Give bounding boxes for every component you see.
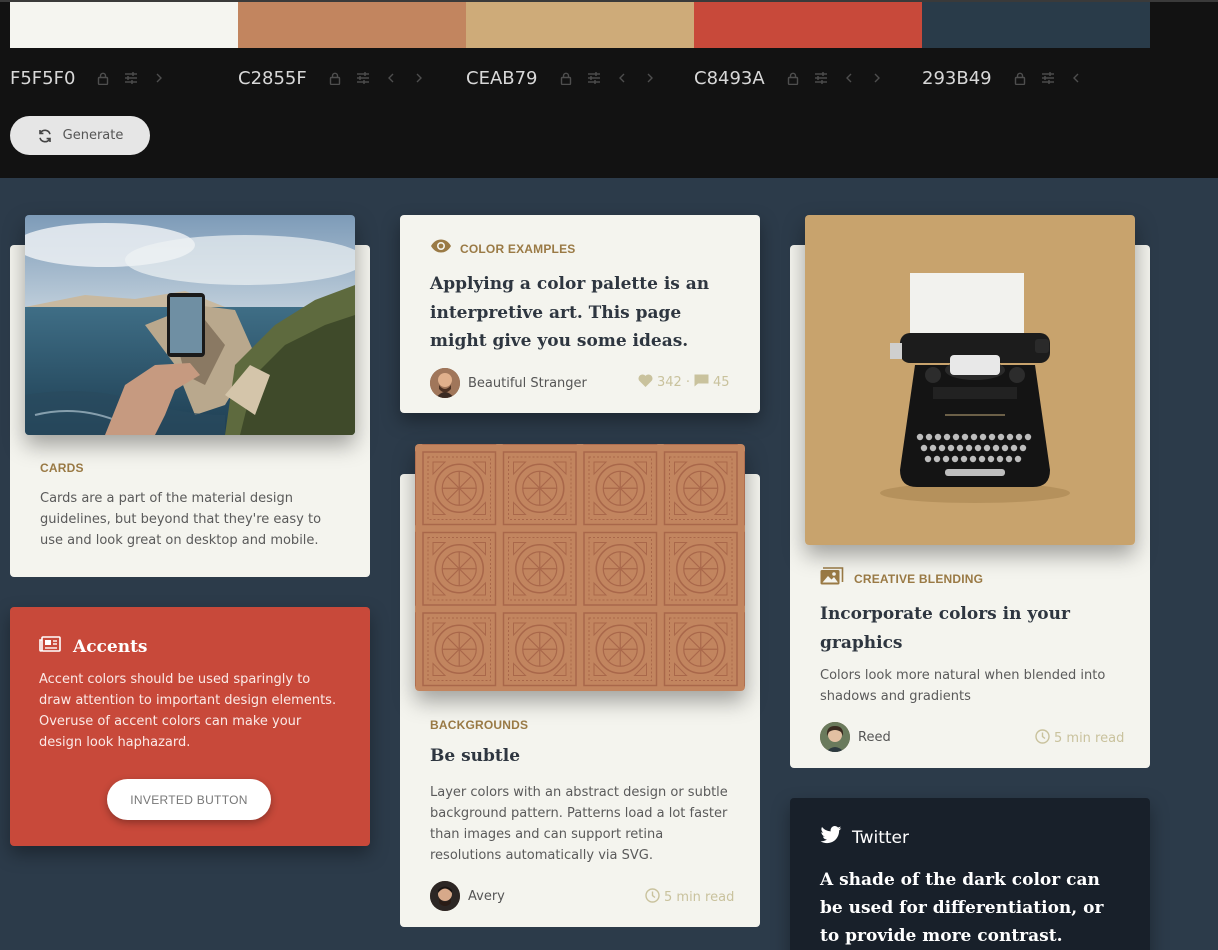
chevron-left-icon[interactable] xyxy=(835,64,863,92)
newspaper-icon xyxy=(39,636,61,657)
chevron-right-icon[interactable] xyxy=(636,64,664,92)
inverted-button[interactable]: INVERTED BUTTON xyxy=(107,779,271,820)
stats: 342 · 45 xyxy=(638,374,730,391)
coast-photo xyxy=(25,215,355,435)
refresh-icon xyxy=(37,128,53,144)
cards-image xyxy=(25,215,355,435)
backgrounds-title[interactable]: Be subtle xyxy=(430,746,520,766)
sliders-icon[interactable] xyxy=(349,64,377,92)
swatch-1[interactable] xyxy=(10,2,238,48)
lock-icon[interactable] xyxy=(552,64,580,92)
swatch-4-controls: C8493A xyxy=(694,64,891,92)
blending-title[interactable]: Incorporate colors in your graphics xyxy=(820,600,1090,657)
backgrounds-text: Layer colors with an abstract design or … xyxy=(430,785,728,863)
blending-header: CREATIVE BLENDING xyxy=(820,567,983,590)
chevron-left-icon[interactable] xyxy=(608,64,636,92)
read-time: 5 min read xyxy=(645,888,734,907)
lock-icon[interactable] xyxy=(89,64,117,92)
swatch-1-controls: F5F5F0 xyxy=(10,64,173,92)
author-name[interactable]: Beautiful Stranger xyxy=(468,376,587,391)
comment-icon[interactable] xyxy=(694,374,709,391)
color-examples-card: COLOR EXAMPLES Applying a color palette … xyxy=(400,215,760,413)
swatch-5[interactable] xyxy=(922,2,1150,48)
chevron-right-icon[interactable] xyxy=(863,64,891,92)
generate-label: Generate xyxy=(62,128,124,143)
chevron-left-icon[interactable] xyxy=(1062,64,1090,92)
cards-text: Cards are a part of the material design … xyxy=(40,491,322,548)
stat-separator: · xyxy=(685,375,690,390)
sliders-icon[interactable] xyxy=(117,64,145,92)
cards-category: CARDS xyxy=(40,461,84,475)
read-time: 5 min read xyxy=(1035,729,1124,748)
avatar[interactable] xyxy=(820,722,850,752)
twitter-icon xyxy=(820,826,842,849)
backgrounds-image xyxy=(415,444,745,691)
hex-label[interactable]: CEAB79 xyxy=(466,68,538,89)
chevron-right-icon[interactable] xyxy=(145,64,173,92)
blending-text: Colors look more natural when blended in… xyxy=(820,668,1106,704)
swatch-5-controls: 293B49 xyxy=(922,64,1090,92)
swatch-3[interactable] xyxy=(466,2,694,48)
swatch-2[interactable] xyxy=(238,2,466,48)
author-name[interactable]: Reed xyxy=(858,730,891,745)
lock-icon[interactable] xyxy=(1006,64,1034,92)
swatch-2-controls: C2855F xyxy=(238,64,433,92)
author-row: Reed xyxy=(820,722,891,752)
lock-icon[interactable] xyxy=(321,64,349,92)
hex-label[interactable]: 293B49 xyxy=(922,68,992,89)
swatch-4[interactable] xyxy=(694,2,922,48)
chevron-left-icon[interactable] xyxy=(377,64,405,92)
likes-count: 342 xyxy=(657,375,682,390)
color-examples-header: COLOR EXAMPLES xyxy=(430,239,575,258)
author-row: Avery xyxy=(430,881,505,911)
clock-icon xyxy=(1035,729,1050,748)
hex-label[interactable]: F5F5F0 xyxy=(10,68,75,89)
hex-label[interactable]: C8493A xyxy=(694,68,765,89)
color-examples-category: COLOR EXAMPLES xyxy=(460,241,576,256)
clock-icon xyxy=(645,888,660,907)
accents-header: Accents xyxy=(39,636,148,657)
eye-icon xyxy=(430,239,452,258)
lock-icon[interactable] xyxy=(779,64,807,92)
read-time-text: 5 min read xyxy=(1054,731,1125,746)
author-row: Beautiful Stranger xyxy=(430,368,587,398)
avatar[interactable] xyxy=(430,881,460,911)
images-icon xyxy=(820,567,844,590)
backgrounds-category: BACKGROUNDS xyxy=(430,718,529,732)
color-examples-title[interactable]: Applying a color palette is an interpret… xyxy=(430,270,730,356)
generate-button[interactable]: Generate xyxy=(10,116,150,155)
twitter-header: Twitter xyxy=(820,826,909,849)
blending-image xyxy=(805,215,1135,545)
hex-label[interactable]: C2855F xyxy=(238,68,307,89)
tile-pattern xyxy=(415,444,745,691)
twitter-card: Twitter A shade of the dark color can be… xyxy=(790,798,1150,950)
twitter-title: Twitter xyxy=(852,827,909,848)
heart-icon[interactable] xyxy=(638,374,653,391)
read-time-text: 5 min read xyxy=(664,890,735,905)
twitter-text: A shade of the dark color can be used fo… xyxy=(820,870,1104,946)
accents-text: Accent colors should be used sparingly t… xyxy=(39,672,337,750)
palette-header: F5F5F0 C2855F CEAB79 C8493A 293B49 Gener… xyxy=(0,0,1218,178)
typewriter-photo xyxy=(805,215,1135,545)
avatar[interactable] xyxy=(430,368,460,398)
comments-count: 45 xyxy=(712,375,730,390)
sliders-icon[interactable] xyxy=(580,64,608,92)
chevron-right-icon[interactable] xyxy=(405,64,433,92)
author-name[interactable]: Avery xyxy=(468,889,505,904)
accents-card: Accents Accent colors should be used spa… xyxy=(10,607,370,846)
sliders-icon[interactable] xyxy=(1034,64,1062,92)
swatch-3-controls: CEAB79 xyxy=(466,64,664,92)
sliders-icon[interactable] xyxy=(807,64,835,92)
blending-category: CREATIVE BLENDING xyxy=(854,571,984,586)
accents-title: Accents xyxy=(73,636,148,657)
